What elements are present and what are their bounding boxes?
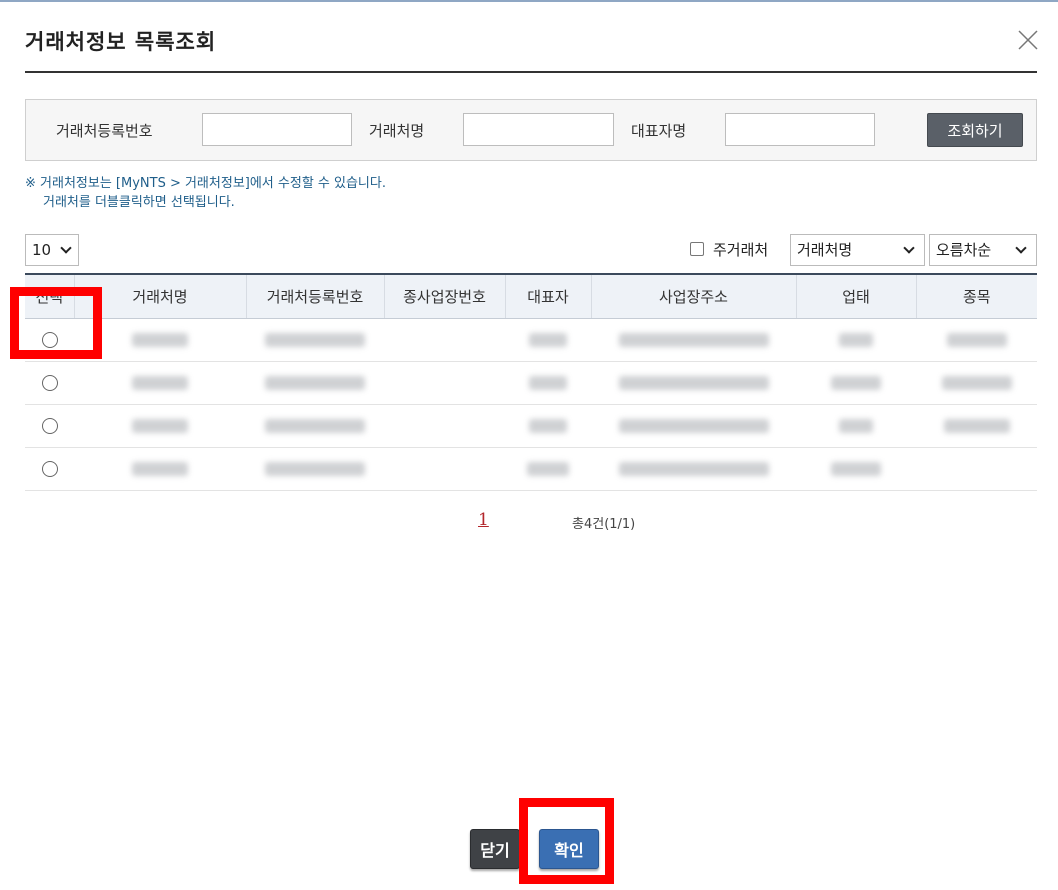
sort-order-value: 오름차순 bbox=[936, 241, 992, 259]
table-row[interactable] bbox=[25, 447, 1037, 491]
total-count: 총4건(1/1) bbox=[572, 517, 636, 532]
col-header: 종목 bbox=[915, 273, 1037, 319]
redacted-cell bbox=[265, 333, 365, 347]
main-partner-checkbox[interactable] bbox=[690, 242, 704, 256]
chevron-down-icon bbox=[1015, 242, 1027, 254]
chevron-down-icon bbox=[903, 242, 915, 254]
close-icon[interactable] bbox=[1016, 28, 1040, 52]
ceo-name-label: 대표자명 bbox=[631, 122, 687, 140]
row-select-radio[interactable] bbox=[41, 418, 58, 434]
ceo-name-input[interactable] bbox=[725, 113, 875, 146]
redacted-cell bbox=[132, 419, 188, 433]
sort-order-select[interactable]: 오름차순 bbox=[929, 234, 1037, 266]
partner-table: 선택 거래처명 거래처등록번호 종사업장번호 대표자 사업장주소 업태 종목 bbox=[25, 273, 1037, 491]
dialog-title: 거래처정보 목록조회 bbox=[25, 30, 217, 54]
main-partner-label: 주거래처 bbox=[713, 241, 769, 259]
col-header: 종사업장번호 bbox=[383, 273, 505, 319]
page-size-value: 10 bbox=[32, 241, 52, 259]
redacted-cell bbox=[132, 376, 188, 390]
col-header: 대표자 bbox=[504, 273, 591, 319]
redacted-cell bbox=[618, 376, 769, 390]
partner-name-label: 거래처명 bbox=[369, 122, 425, 140]
table-row[interactable] bbox=[25, 361, 1037, 405]
col-header: 거래처등록번호 bbox=[245, 273, 384, 319]
table-row[interactable] bbox=[25, 318, 1037, 362]
page-size-select[interactable]: 10 bbox=[25, 234, 79, 266]
redacted-cell bbox=[265, 462, 365, 476]
redacted-cell bbox=[527, 462, 569, 476]
notice-line-2: 거래처를 더블클릭하면 선택됩니다. bbox=[43, 195, 235, 210]
table-row[interactable] bbox=[25, 404, 1037, 448]
col-header: 업태 bbox=[795, 273, 916, 319]
redacted-cell bbox=[265, 419, 365, 433]
redacted-cell bbox=[529, 376, 567, 390]
partner-name-input[interactable] bbox=[463, 113, 614, 146]
col-header: 선택 bbox=[25, 273, 74, 319]
row-select-radio[interactable] bbox=[41, 375, 58, 391]
sort-field-value: 거래처명 bbox=[797, 241, 853, 259]
notice-line-1: ※ 거래처정보는 [MyNTS > 거래처정보]에서 수정할 수 있습니다. bbox=[25, 176, 386, 191]
chevron-down-icon bbox=[60, 242, 72, 254]
page-link-1[interactable]: 1 bbox=[478, 510, 489, 530]
redacted-cell bbox=[943, 419, 1010, 433]
row-select-radio[interactable] bbox=[41, 332, 58, 348]
redacted-cell bbox=[831, 462, 881, 476]
sort-field-select[interactable]: 거래처명 bbox=[790, 234, 925, 266]
notice: ※ 거래처정보는 [MyNTS > 거래처정보]에서 수정할 수 있습니다. 거… bbox=[25, 174, 386, 212]
reg-no-label: 거래처등록번호 bbox=[56, 122, 153, 140]
redacted-cell bbox=[618, 419, 769, 433]
row-select-radio[interactable] bbox=[41, 461, 58, 477]
redacted-cell bbox=[946, 333, 1007, 347]
redacted-cell bbox=[941, 376, 1012, 390]
redacted-cell bbox=[618, 462, 769, 476]
confirm-button[interactable]: 확인 bbox=[539, 829, 599, 869]
close-button[interactable]: 닫기 bbox=[470, 829, 520, 869]
col-header: 사업장주소 bbox=[590, 273, 796, 319]
redacted-cell bbox=[265, 376, 365, 390]
window-top-border bbox=[0, 0, 1058, 2]
redacted-cell bbox=[839, 419, 873, 433]
table-header-row: 선택 거래처명 거래처등록번호 종사업장번호 대표자 사업장주소 업태 종목 bbox=[25, 273, 1037, 319]
search-panel: 거래처등록번호 거래처명 대표자명 조회하기 bbox=[25, 99, 1037, 161]
redacted-cell bbox=[132, 333, 188, 347]
reg-no-input[interactable] bbox=[202, 113, 352, 146]
title-divider bbox=[25, 71, 1037, 73]
redacted-cell bbox=[529, 333, 567, 347]
redacted-cell bbox=[132, 462, 188, 476]
redacted-cell bbox=[618, 333, 769, 347]
col-header: 거래처명 bbox=[73, 273, 246, 319]
redacted-cell bbox=[529, 419, 567, 433]
redacted-cell bbox=[839, 333, 873, 347]
redacted-cell bbox=[831, 376, 881, 390]
search-button[interactable]: 조회하기 bbox=[927, 113, 1023, 147]
